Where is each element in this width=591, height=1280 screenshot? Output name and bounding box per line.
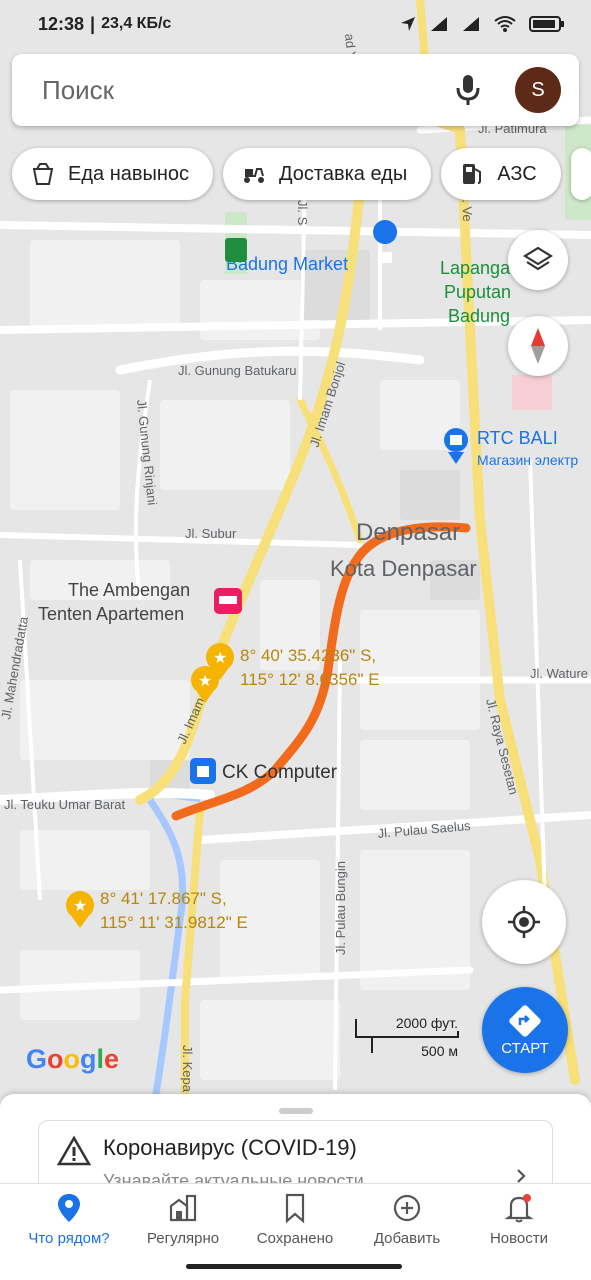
chip-label: Еда навынос (68, 162, 190, 185)
place-label: Tenten Apartemen (38, 604, 184, 624)
nav-commute[interactable]: Регулярно (124, 1192, 242, 1247)
map-scale: 2000 фут. 500 м (354, 1013, 460, 1061)
battery-icon (529, 16, 564, 32)
delivery-scooter-icon (244, 168, 265, 183)
svg-text:★: ★ (198, 673, 212, 690)
scale-feet: 2000 фут. (395, 1015, 458, 1031)
sheet-drag-handle[interactable] (279, 1108, 313, 1114)
place-label: Badung (448, 306, 510, 326)
signal-icon (431, 17, 447, 31)
bookmark-icon (285, 1193, 305, 1224)
start-label: СТАРТ (501, 1039, 549, 1057)
nav-label: Сохранено (256, 1230, 334, 1247)
pin-label: 115° 12' 8.0356" E (240, 670, 380, 689)
nav-label: Регулярно (146, 1230, 220, 1247)
street-label: Jl. Wature (530, 666, 588, 681)
chip-more[interactable] (570, 148, 591, 200)
nav-updates[interactable]: Новости (460, 1192, 578, 1247)
street-label: Jl. Gunung Batukaru (178, 363, 297, 378)
street-label: Jl. Pulau Bungin (333, 861, 348, 955)
avatar-letter: S (531, 78, 545, 101)
signal-2-icon (463, 17, 479, 31)
hotel-icon[interactable] (214, 588, 242, 614)
nav-contribute[interactable]: Добавить (348, 1192, 466, 1247)
takeout-icon (32, 163, 54, 185)
place-label: Denpasar (356, 519, 460, 546)
chip-label: АЗС (497, 162, 537, 185)
navigation-arrow-icon (401, 17, 415, 31)
place-label: The Ambengan (68, 580, 190, 600)
add-circle-icon (393, 1194, 421, 1222)
warning-icon (57, 1135, 91, 1166)
nav-explore[interactable]: Что рядом? (10, 1192, 128, 1247)
chip-gas-station[interactable]: АЗС (441, 148, 561, 200)
search-bar[interactable]: Поиск S (12, 54, 579, 126)
hospital-area (512, 375, 552, 410)
category-chips: Еда навынос Доставка еды АЗС (12, 148, 591, 200)
my-location-button[interactable] (482, 880, 566, 964)
status-time: 12:38 (38, 13, 85, 34)
status-divider: | (90, 13, 96, 34)
avatar[interactable]: S (515, 67, 561, 113)
street-label: Jl. Subur (185, 526, 237, 541)
bell-icon (504, 1194, 534, 1223)
street-label: Jl. Teuku Umar Barat (4, 797, 126, 812)
covid-title: Коронавирус (COVID-19) (103, 1135, 357, 1160)
wifi-icon (494, 16, 516, 32)
google-logo: Google (26, 1044, 120, 1074)
layers-icon (523, 246, 553, 271)
park-icon[interactable] (225, 238, 247, 262)
nav-saved[interactable]: Сохранено (236, 1192, 354, 1247)
place-label: Магазин электр (477, 452, 578, 468)
start-navigation-button[interactable]: СТАРТ (482, 987, 568, 1073)
nav-label: Что рядом? (28, 1230, 110, 1247)
commute-icon (169, 1194, 197, 1222)
layers-button[interactable] (508, 230, 568, 290)
place-label: Kota Denpasar (330, 556, 477, 581)
compass-button[interactable] (508, 316, 568, 376)
directions-icon (509, 1004, 541, 1037)
chip-food-delivery[interactable]: Доставка еды (223, 148, 432, 200)
status-network-speed: 23,4 КБ/с (101, 15, 172, 32)
pin-label: 8° 40' 35.4236" S, (240, 646, 376, 665)
compass-icon (531, 328, 545, 364)
scale-meters: 500 м (421, 1043, 458, 1059)
location-pin-icon (58, 1194, 80, 1222)
street-label: Jl. Kepa (180, 1045, 195, 1093)
nav-label: Добавить (373, 1230, 441, 1247)
gas-station-icon (463, 164, 482, 184)
home-indicator[interactable] (186, 1264, 402, 1269)
nav-label: Новости (489, 1230, 549, 1247)
place-label: RTC BALI (477, 428, 558, 448)
svg-text:★: ★ (73, 898, 87, 915)
microphone-icon[interactable] (452, 73, 484, 107)
svg-text:★: ★ (213, 650, 227, 667)
chip-label: Доставка еды (279, 162, 408, 185)
search-input[interactable]: Поиск (42, 75, 114, 106)
shopping-bag-icon[interactable] (190, 758, 216, 784)
crosshair-icon (508, 906, 540, 938)
chip-takeout[interactable]: Еда навынос (12, 148, 214, 200)
status-bar: 12:38 | 23,4 КБ/с (0, 0, 591, 48)
pin-label: 115° 11' 31.9812" E (100, 913, 248, 932)
place-label: Puputan (444, 282, 511, 302)
place-label: CK Computer (222, 762, 338, 783)
pin-label: 8° 41' 17.867" S, (100, 889, 227, 908)
street-label: Jl. S (295, 200, 310, 226)
bottom-sheet[interactable]: Коронавирус (COVID-19) Узнавайте актуаль… (0, 1094, 591, 1200)
